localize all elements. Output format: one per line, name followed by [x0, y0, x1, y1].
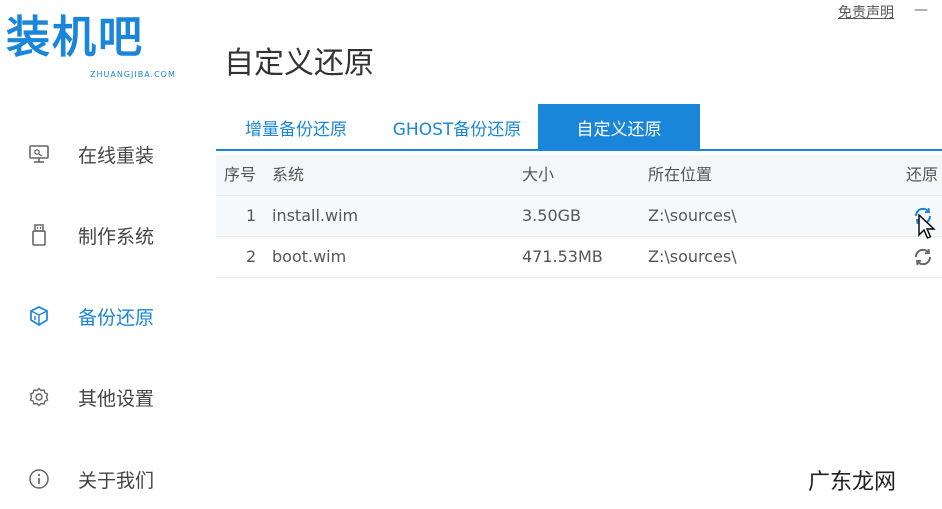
info-icon — [27, 467, 51, 491]
sidebar-item-label: 关于我们 — [78, 469, 155, 492]
sidebar-item-label: 其他设置 — [78, 387, 155, 410]
row-size: 471.53MB — [522, 247, 603, 266]
logo: 装机吧 ZHUANGJIBA.COM — [6, 12, 186, 86]
column-header-system: 系统 — [272, 165, 305, 184]
row-system: install.wim — [272, 206, 359, 225]
column-header-index: 序号 — [224, 165, 257, 184]
column-header-size: 大小 — [522, 165, 555, 184]
tab-incremental-backup[interactable]: 增量备份还原 — [216, 104, 376, 150]
logo-text: 装机吧 — [6, 12, 144, 63]
sidebar-item-make-system[interactable]: 制作系统 — [0, 215, 200, 255]
usb-icon — [27, 223, 51, 247]
column-header-location: 所在位置 — [648, 165, 713, 184]
restore-icon[interactable] — [912, 246, 934, 268]
disclaimer-link[interactable]: 免责声明 — [838, 2, 894, 22]
table-row[interactable]: 2 boot.wim 471.53MB Z:\sources\ — [216, 237, 942, 278]
row-index: 2 — [246, 247, 257, 266]
sidebar-item-online-reinstall[interactable]: 在线重装 — [0, 134, 200, 174]
tab-ghost-backup[interactable]: GHOST备份还原 — [376, 104, 538, 150]
minimize-button[interactable]: — — [912, 1, 930, 19]
column-header-restore: 还原 — [906, 165, 939, 184]
table-row[interactable]: 1 install.wim 3.50GB Z:\sources\ — [216, 196, 942, 237]
sidebar-item-label: 在线重装 — [78, 144, 155, 167]
gear-icon — [27, 385, 51, 409]
row-size: 3.50GB — [522, 206, 581, 225]
sidebar-item-backup-restore[interactable]: 备份还原 — [0, 296, 200, 336]
tab-bar: 增量备份还原 GHOST备份还原 自定义还原 — [216, 104, 942, 150]
row-location: Z:\sources\ — [648, 247, 737, 266]
page-title: 自定义还原 — [224, 46, 374, 81]
row-location: Z:\sources\ — [648, 206, 737, 225]
sidebar-item-label: 制作系统 — [78, 225, 155, 248]
logo-subtext: ZHUANGJIBA.COM — [90, 70, 176, 79]
mouse-cursor-icon — [917, 213, 937, 243]
tab-underline — [216, 149, 942, 151]
table-header: 序号 系统 大小 所在位置 还原 — [216, 155, 942, 196]
monitor-icon — [27, 142, 51, 166]
sidebar-item-other-settings[interactable]: 其他设置 — [0, 377, 200, 417]
watermark: 广东龙网 — [808, 464, 897, 496]
backup-cube-icon — [27, 304, 51, 328]
sidebar-item-about-us[interactable]: 关于我们 — [0, 459, 200, 499]
row-index: 1 — [246, 206, 257, 225]
row-system: boot.wim — [272, 247, 347, 266]
tab-custom-restore[interactable]: 自定义还原 — [538, 104, 700, 150]
sidebar-item-label: 备份还原 — [78, 306, 155, 329]
